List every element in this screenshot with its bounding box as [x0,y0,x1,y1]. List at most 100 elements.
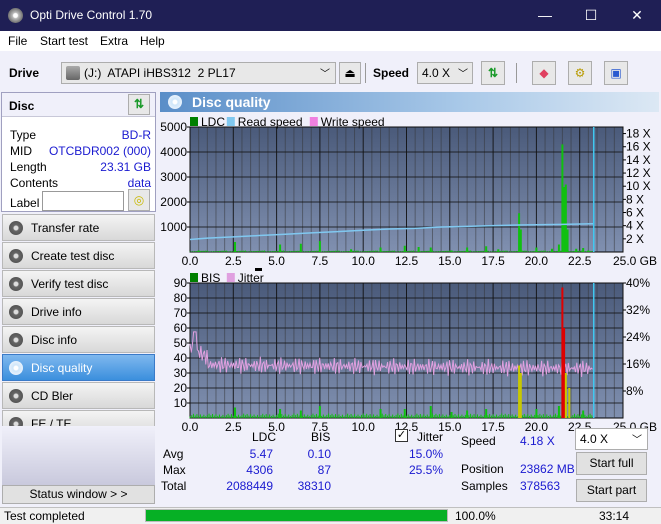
ldc-bar [563,187,566,252]
ldc-bar [519,229,522,252]
y-tick-label: 3000 [160,170,187,184]
ldc-bar [535,247,538,252]
x-tick-label: 25.0 GB [613,254,657,268]
samples-value: 378563 [520,479,561,493]
bis-bar [519,373,522,418]
x-tick-label: 20.0 [525,420,549,434]
ldc-bar [587,250,590,252]
y-tick-label: 5000 [160,120,187,134]
bis-bar [568,388,571,418]
y-tick-label: 2000 [160,195,187,209]
y2-tick-label: 6 X [626,206,644,220]
y-tick-label: 50 [174,336,188,350]
charts: 1000 2000 3000 4000 5000 0.0 2.5 5.0 7.5 10.0 12.5… [160,115,657,434]
x-tick-label: 20.0 [525,254,549,268]
ldc-bar [557,244,560,252]
x-tick-label: 22.5 [568,254,592,268]
bis-bar [466,410,469,418]
ldc-bar [197,250,200,252]
legend-swatch [190,273,198,282]
y2-tick-label: 12 X [626,166,651,180]
y2-tick-label: 10 X [626,179,651,193]
position-value: 23862 MB [520,462,575,476]
start-part-button[interactable]: Start part [576,479,647,502]
legend-label: BIS [201,271,220,285]
y2-tick-label: 2 X [626,232,644,246]
stats-col-bis: BIS [311,430,331,444]
bis-bar [403,409,406,418]
ldc-bar [234,242,237,252]
y-tick-label: 90 [174,276,188,290]
bis-bar [429,406,432,418]
progress-fill [146,510,447,521]
bis-bar [518,365,521,418]
x-tick-label: 0.0 [182,254,199,268]
bis-bar [234,407,237,418]
test-speed-select[interactable]: 4.0 X ﹀ [575,428,648,450]
stats-max-jitter: 25.5% [408,463,443,477]
legend-swatch [226,273,235,282]
test-speed-value: 4.0 X [580,432,609,446]
progress-bar [145,509,448,522]
bis-bar [563,328,566,418]
y2-tick-label: 18 X [626,127,651,141]
status-bar: Test completed 100.0% 33:14 [0,507,661,524]
ldc-bar [566,229,569,252]
ldc-bar [429,247,432,252]
ldc-bar [403,245,406,252]
ldc-bar [485,246,488,252]
y-tick-label: 1000 [160,220,187,234]
stats-max-ldc: 4306 [246,463,273,477]
x-tick-label: 7.5 [312,254,329,268]
bis-bar [279,409,282,418]
jitter-checkbox[interactable]: ✓ [395,429,408,442]
x-tick-label: 10.0 [352,420,376,434]
legend-marker [255,268,262,271]
status-text: Test completed [4,509,85,523]
bis-bar [582,410,585,418]
bis-bar [564,373,567,418]
y2-tick-label: 16% [626,357,650,371]
legend-label: LDC [201,115,225,129]
ldc-bar [318,241,321,252]
x-tick-label: 2.5 [225,254,242,268]
ldc-bar [575,248,578,252]
legend-label: Read speed [238,115,303,129]
bis-bar [299,410,302,418]
bis-bar [450,412,453,418]
y-tick-label: 80 [174,291,188,305]
bis-bar [557,406,560,418]
legend-swatch [309,117,318,126]
ldc-bar [299,243,302,252]
stats-total-bis: 38310 [297,479,331,493]
legend-swatch [226,117,235,126]
stats-avg-label: Avg [163,447,184,461]
stats-avg-jitter: 15.0% [408,447,443,461]
start-full-button[interactable]: Start full [576,452,647,475]
x-tick-label: 12.5 [395,254,419,268]
ldc-bar [497,249,500,252]
x-tick-label: 10.0 [352,254,376,268]
ldc-bar [450,250,453,252]
legend-label: Write speed [321,115,385,129]
y2-tick-label: 24% [626,330,650,344]
stats-total-ldc: 2088449 [226,479,273,493]
bis-bar [561,287,564,418]
ldc-bar [518,213,521,252]
ldc-bar [417,247,420,252]
ldc-bar [550,248,553,252]
x-tick-label: 0.0 [182,420,199,434]
chevron-down-icon: ﹀ [632,435,642,446]
y-tick-label: 70 [174,306,188,320]
stats-avg-ldc: 5.47 [249,447,273,461]
stats-max-label: Max [163,463,186,477]
y2-tick-label: 16 X [626,140,651,154]
ldc-bar [379,247,382,252]
y2-tick-label: 40% [626,276,650,290]
stats-max-bis: 87 [317,463,331,477]
y2-tick-label: 14 X [626,153,651,167]
ldc-bar [279,244,282,252]
legend-swatch [190,117,198,126]
y-tick-label: 60 [174,321,188,335]
y2-tick-label: 32% [626,303,650,317]
